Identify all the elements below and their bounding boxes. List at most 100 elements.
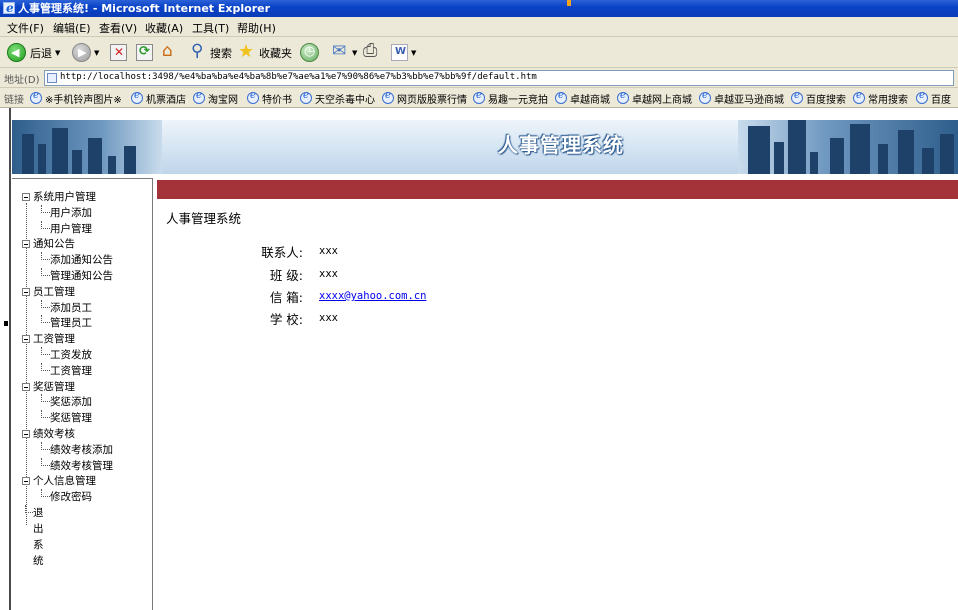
links-item[interactable]: 卓越亚马逊商城 [699, 90, 784, 106]
links-item[interactable]: 天空杀毒中心 [300, 90, 375, 106]
print-icon [362, 40, 379, 61]
links-item-label: 天空杀毒中心 [315, 94, 375, 106]
menu-favorites[interactable]: 收藏(A) [145, 20, 183, 36]
collapse-icon[interactable] [22, 335, 30, 344]
links-item-label: 百度 [931, 94, 951, 106]
tree-item-label: 添加通知公告 [50, 254, 113, 267]
links-item-label: 淘宝网 [208, 94, 238, 106]
mail-icon [332, 41, 349, 61]
tree-item-label: 绩效考核管理 [50, 459, 113, 472]
links-item[interactable]: 网页版股票行情 [382, 90, 467, 106]
tree-branch [41, 394, 50, 403]
links-item-label: ※手机铃声图片※ [45, 94, 122, 106]
tree-node-label: 通知公告 [33, 238, 75, 251]
tree-branch [41, 299, 50, 308]
email-label: 信 箱: [269, 290, 303, 305]
links-item-label: 特价书 [262, 94, 292, 106]
email-row: 信 箱: [217, 287, 303, 305]
links-item[interactable]: 卓越网上商城 [617, 90, 692, 106]
collapse-icon[interactable] [22, 477, 30, 486]
menu-tools[interactable]: 工具(T) [192, 20, 229, 36]
menu-view[interactable]: 查看(V) [99, 20, 137, 36]
address-label: 地址(D) [4, 75, 40, 86]
tree-node-label: 系统用户管理 [33, 191, 96, 203]
class-label: 班 级: [269, 268, 303, 283]
links-item[interactable]: 百度搜索 [791, 90, 846, 106]
ie-icon [382, 90, 394, 104]
star-icon [238, 41, 255, 62]
links-item-label: 卓越商城 [570, 94, 610, 106]
tree-branch [25, 504, 33, 513]
forward-button[interactable]: ▼ [72, 42, 99, 63]
links-item[interactable]: 百度 [916, 90, 951, 106]
tree-branch [41, 489, 50, 498]
window-title: 人事管理系统! - Microsoft Internet Explorer [18, 2, 271, 15]
links-item[interactable]: ※手机铃声图片※ [30, 90, 122, 106]
tree-branch [41, 204, 50, 213]
dropdown-arrow-icon: ▼ [411, 48, 417, 57]
links-item-label: 卓越网上商城 [632, 94, 692, 106]
title-marker [567, 0, 571, 6]
tree-node-label: 工资管理 [33, 333, 75, 346]
tree-item-label: 用户管理 [50, 222, 92, 235]
tree-branch [41, 267, 50, 276]
refresh-button[interactable] [136, 42, 153, 63]
ie-icon [791, 90, 803, 104]
ie-icon [131, 90, 143, 104]
favorites-label: 收藏夹 [259, 46, 292, 60]
refresh-icon [136, 44, 153, 61]
links-item-label: 常用搜索 [868, 94, 908, 106]
tree-node-label: 员工管理 [33, 285, 75, 298]
links-item-label: 机票酒店 [146, 94, 186, 106]
address-input[interactable]: http://localhost:3498/%e4%ba%ba%e4%ba%8b… [44, 70, 954, 86]
stop-button[interactable] [110, 42, 127, 63]
menu-file[interactable]: 文件(F) [7, 20, 44, 36]
tree-item-label: 绩效考核添加 [50, 443, 113, 456]
search-icon [190, 41, 207, 61]
page-icon [47, 73, 57, 83]
links-item[interactable]: 易趣一元竞拍 [473, 90, 548, 106]
word-icon [391, 44, 408, 61]
school-row: 学 校: [217, 309, 303, 327]
collapse-icon[interactable] [22, 429, 30, 438]
favorites-button[interactable]: 收藏夹 [238, 41, 292, 63]
mail-button[interactable]: ▼ [332, 41, 357, 63]
history-button[interactable] [300, 42, 319, 63]
page-gutter [0, 108, 9, 610]
print-button[interactable] [362, 40, 379, 63]
tree-item-label: 管理员工 [50, 317, 92, 330]
links-item[interactable]: 机票酒店 [131, 90, 186, 106]
collapse-icon[interactable] [22, 287, 30, 296]
links-item-label: 网页版股票行情 [397, 94, 467, 106]
contact-label: 联系人: [261, 245, 303, 260]
search-button[interactable]: 搜索 [190, 41, 232, 63]
collapse-icon[interactable] [22, 193, 30, 201]
ie-icon [193, 90, 205, 104]
page-viewport: 人事管理系统 系统用户管理 用户添加 用户管理 通知公告 添加通知公告 管理通知… [0, 108, 958, 610]
links-item[interactable]: 特价书 [247, 90, 292, 106]
links-item[interactable]: 常用搜索 [853, 90, 908, 106]
stop-icon [110, 44, 127, 61]
menu-help[interactable]: 帮助(H) [237, 20, 276, 36]
back-button[interactable]: 后退 ▼ [7, 42, 60, 63]
window-title-bar[interactable]: 人事管理系统! - Microsoft Internet Explorer [0, 0, 958, 17]
links-item[interactable]: 淘宝网 [193, 90, 238, 106]
ie-icon [30, 90, 42, 104]
tree-node-label: 个人信息管理 [33, 475, 96, 488]
tree-item-label: 退出系统 [33, 506, 44, 567]
address-bar: 地址(D) http://localhost:3498/%e4%ba%ba%e4… [0, 68, 958, 88]
menu-bar: 文件(F) 编辑(E) 查看(V) 收藏(A) 工具(T) 帮助(H) [0, 17, 958, 37]
links-item[interactable]: 卓越商城 [555, 90, 610, 106]
ie-icon [473, 90, 485, 104]
email-link[interactable]: xxxx@yahoo.com.cn [319, 290, 426, 302]
ie-icon [3, 0, 15, 17]
collapse-icon[interactable] [22, 240, 30, 249]
home-button[interactable] [161, 41, 178, 63]
address-url: http://localhost:3498/%e4%ba%ba%e4%ba%8b… [60, 72, 537, 82]
edit-button[interactable]: ▼ [391, 42, 416, 63]
menu-edit[interactable]: 编辑(E) [53, 20, 91, 36]
collapse-icon[interactable] [22, 382, 30, 391]
back-arrow-icon [7, 43, 26, 62]
school-value: xxx [319, 312, 338, 324]
main-content: 人事管理系统 联系人: xxx 班 级: xxx 信 箱: xxxx@yahoo… [157, 178, 958, 610]
